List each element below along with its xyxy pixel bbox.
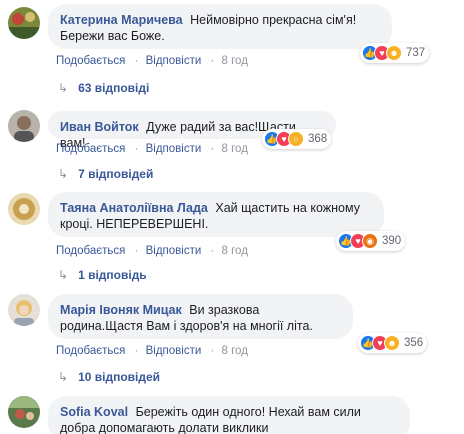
reaction-count: 368 [308,133,328,145]
separator: · [134,55,139,67]
reply-arrow-icon: ↳ [58,167,69,181]
reaction-count: 737 [406,47,426,59]
comment-author[interactable]: Таяна Анатоліївна Лада [60,201,208,215]
comment-actions: Подобається · Відповісти · 8 год [56,143,250,155]
replies-count[interactable]: 10 відповідей [78,370,160,384]
angry-icon: ◉ [362,233,378,249]
comment-author[interactable]: Иван Войток [60,120,139,134]
view-replies-link[interactable]: ↳ 7 відповідей [58,167,153,181]
view-replies-link[interactable]: ↳ 63 відповіді [58,81,149,95]
separator: · [134,345,139,357]
like-link[interactable]: Подобається [56,143,125,155]
reply-link[interactable]: Відповісти [146,345,202,357]
avatar[interactable] [8,110,40,142]
avatar[interactable] [8,7,40,39]
replies-count[interactable]: 63 відповіді [78,81,149,95]
comment-actions: Подобається · Відповісти · 8 год [56,345,250,357]
comment-bubble: Марія Івоняк Мицак Ви зразкова родина.Ща… [48,294,353,339]
comment-bubble: Sofia Koval Бережіть один одного! Нехай … [48,396,410,434]
avatar[interactable] [8,294,40,326]
reaction-summary[interactable]: 👍 ♥ ◉ 390 [336,231,406,251]
comment-actions: Подобається · Відповісти · 8 год [56,55,250,67]
timestamp[interactable]: 8 год [222,345,248,357]
separator: · [134,143,139,155]
wow-icon: ○ [288,131,304,147]
replies-count[interactable]: 1 відповідь [78,268,147,282]
haha-icon: ☻ [384,335,400,351]
separator: · [210,245,215,257]
view-replies-link[interactable]: ↳ 1 відповідь [58,268,147,282]
avatar[interactable] [8,396,40,428]
comment-actions: Подобається · Відповісти · 8 год [56,245,250,257]
separator: · [210,55,215,67]
timestamp[interactable]: 8 год [222,55,248,67]
reaction-count: 356 [404,337,424,349]
reaction-summary[interactable]: 👍 ♥ ○ 368 [262,129,332,149]
replies-count[interactable]: 7 відповідей [78,167,153,181]
reply-arrow-icon: ↳ [58,370,69,384]
comment-bubble: Таяна Анатоліївна Лада Хай щастить на ко… [48,192,384,237]
separator: · [210,345,215,357]
timestamp[interactable]: 8 год [222,245,248,257]
avatar[interactable] [8,193,40,225]
timestamp[interactable]: 8 год [222,143,248,155]
view-replies-link[interactable]: ↳ 10 відповідей [58,370,160,384]
comment-author[interactable]: Sofia Koval [60,405,128,419]
reply-link[interactable]: Відповісти [146,143,202,155]
like-link[interactable]: Подобається [56,345,125,357]
reply-arrow-icon: ↳ [58,81,69,95]
comment-bubble: Катерина Маричева Неймовірно прекрасна с… [48,4,392,49]
separator: · [210,143,215,155]
like-link[interactable]: Подобається [56,55,125,67]
separator: · [134,245,139,257]
reaction-summary[interactable]: 👍 ♥ ☻ 737 [360,43,430,63]
comment-author[interactable]: Катерина Маричева [60,13,183,27]
reaction-count: 390 [382,235,402,247]
reaction-summary[interactable]: 👍 ♥ ☻ 356 [358,333,428,353]
reply-arrow-icon: ↳ [58,268,69,282]
reply-link[interactable]: Відповісти [146,245,202,257]
like-link[interactable]: Подобається [56,245,125,257]
reply-link[interactable]: Відповісти [146,55,202,67]
haha-icon: ☻ [386,45,402,61]
comment-author[interactable]: Марія Івоняк Мицак [60,303,182,317]
